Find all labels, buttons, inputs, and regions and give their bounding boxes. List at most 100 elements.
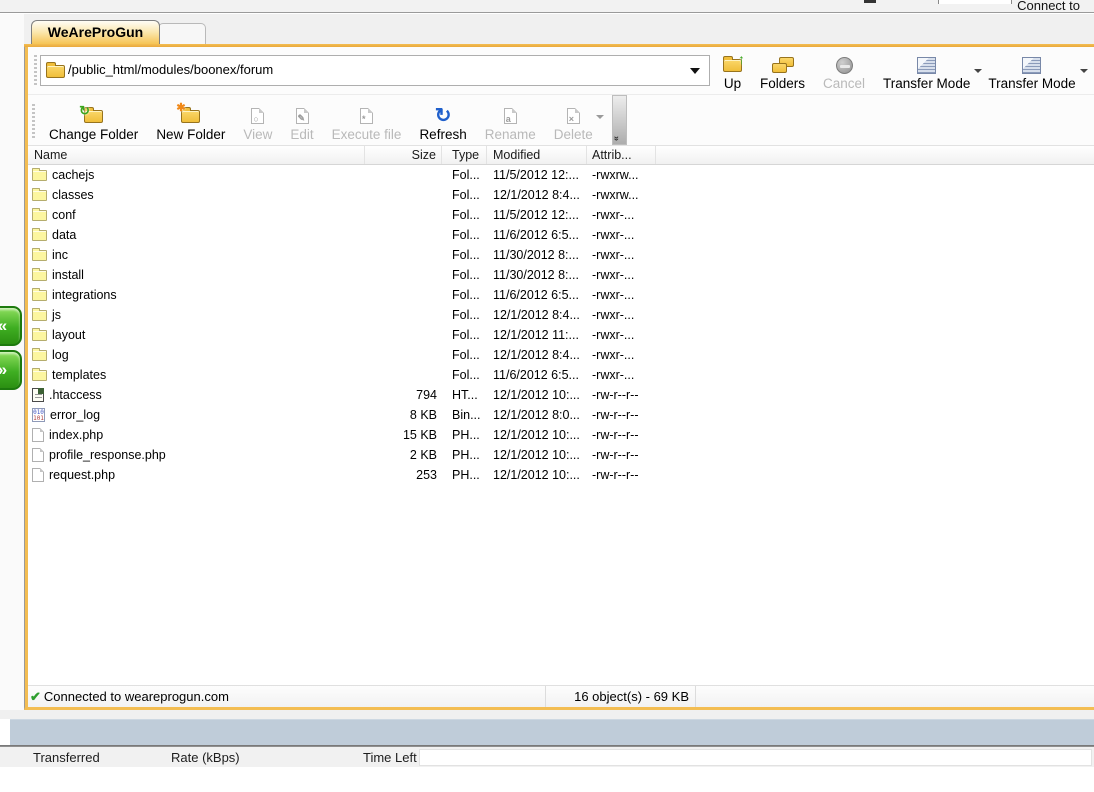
transfer-mode-icon (917, 57, 936, 74)
file-row[interactable]: index.php 15 KB PH... 12/1/2012 10:... -… (28, 425, 1094, 445)
file-attrib: -rw-r--r-- (587, 408, 656, 422)
session-tab-bar: WeAreProGun (24, 20, 1094, 44)
file-icon (32, 370, 47, 381)
connection-status-text: Connected to weareprogun.com (44, 689, 229, 704)
file-row[interactable]: inc Fol... 11/30/2012 8:... -rwxr-... (28, 245, 1094, 265)
toolbar-overflow-arrow-icon[interactable] (596, 115, 604, 119)
toolbar-grip-handle[interactable] (34, 55, 37, 87)
file-modified: 11/6/2012 6:5... (487, 368, 587, 382)
file-attrib: -rw-r--r-- (587, 388, 656, 402)
connect-to-button[interactable]: Connect to (1017, 0, 1080, 13)
file-icon (32, 330, 47, 341)
transfer-right-button[interactable]: » (0, 350, 22, 390)
change-folder-icon: ↻ (84, 110, 103, 123)
file-type: Fol... (442, 288, 487, 302)
file-attrib: -rwxrw... (587, 188, 656, 202)
file-row[interactable]: .htaccess 794 HT... 12/1/2012 10:... -rw… (28, 385, 1094, 405)
file-attrib: -rwxr-... (587, 228, 656, 242)
delete-document-icon: × (567, 108, 580, 124)
dropdown-arrow-icon[interactable] (1080, 69, 1088, 73)
toolbar-options-strip[interactable]: » (612, 95, 627, 145)
object-count: 16 object(s) - 69 KB (546, 686, 696, 707)
up-button[interactable]: ↑ Up (714, 48, 751, 94)
file-type: Fol... (442, 348, 487, 362)
view-document-icon: ○ (251, 108, 264, 124)
new-folder-icon: ✱ (181, 110, 200, 123)
file-row[interactable]: error_log 8 KB Bin... 12/1/2012 8:0... -… (28, 405, 1094, 425)
toolbar-grip-handle[interactable] (32, 104, 35, 138)
file-type: Fol... (442, 228, 487, 242)
file-name: inc (52, 248, 68, 262)
file-name: templates (52, 368, 106, 382)
file-row[interactable]: classes Fol... 12/1/2012 8:4... -rwxrw..… (28, 185, 1094, 205)
transfer-mode-button-1[interactable]: Transfer Mode (874, 48, 979, 94)
transfer-queue-list[interactable] (419, 749, 1092, 766)
session-tab[interactable]: WeAreProGun (31, 20, 160, 44)
file-row[interactable]: log Fol... 12/1/2012 8:4... -rwxr-... (28, 345, 1094, 365)
file-row[interactable]: conf Fol... 11/5/2012 12:... -rwxr-... (28, 205, 1094, 225)
file-row[interactable]: integrations Fol... 11/6/2012 6:5... -rw… (28, 285, 1094, 305)
splitter-band[interactable] (10, 719, 1094, 745)
file-row[interactable]: data Fol... 11/6/2012 6:5... -rwxr-... (28, 225, 1094, 245)
view-button: ○ View (234, 95, 281, 145)
column-header-size[interactable]: Size (365, 146, 442, 164)
file-modified: 11/30/2012 8:... (487, 248, 587, 262)
file-row[interactable]: request.php 253 PH... 12/1/2012 10:... -… (28, 465, 1094, 485)
file-type: Fol... (442, 168, 487, 182)
refresh-button[interactable]: ↻ Refresh (410, 95, 475, 145)
file-icon (32, 468, 44, 482)
inactive-tab[interactable] (158, 23, 206, 44)
file-size: 15 KB (365, 428, 442, 442)
sparkle-overlay-icon: ✱ (176, 101, 185, 114)
path-dropdown-arrow-icon[interactable] (690, 68, 700, 74)
file-modified: 12/1/2012 10:... (487, 448, 587, 462)
folders-button[interactable]: Folders (751, 48, 814, 94)
current-path: /public_html/modules/boonex/forum (68, 62, 273, 77)
execute-file-button: * Execute file (323, 95, 411, 145)
transfer-mode-icon (1022, 57, 1041, 74)
column-header-filler (656, 146, 1094, 164)
file-row[interactable]: js Fol... 12/1/2012 8:4... -rwxr-... (28, 305, 1094, 325)
file-row[interactable]: cachejs Fol... 11/5/2012 12:... -rwxrw..… (28, 165, 1094, 185)
path-combobox[interactable]: /public_html/modules/boonex/forum (40, 55, 710, 86)
window-gap-strip (0, 710, 1094, 719)
path-toolbar: /public_html/modules/boonex/forum ↑ Up F… (28, 47, 1094, 94)
new-folder-button[interactable]: ✱ New Folder (147, 95, 234, 145)
window-input-remnant (938, 0, 1012, 4)
file-attrib: -rwxr-... (587, 248, 656, 262)
file-size: 8 KB (365, 408, 442, 422)
transfer-left-button[interactable]: « (0, 306, 22, 346)
column-header-attrib[interactable]: Attrib... (587, 146, 656, 164)
column-header-type[interactable]: Type (442, 146, 487, 164)
file-type: Fol... (442, 368, 487, 382)
file-icon (32, 388, 44, 402)
file-type: Bin... (442, 408, 487, 422)
file-list: cachejs Fol... 11/5/2012 12:... -rwxrw..… (28, 165, 1094, 685)
change-folder-button[interactable]: ↻ Change Folder (40, 95, 147, 145)
queue-column-rate[interactable]: Rate (kBps) (171, 750, 240, 765)
file-type: Fol... (442, 248, 487, 262)
file-row[interactable]: profile_response.php 2 KB PH... 12/1/201… (28, 445, 1094, 465)
transfer-mode-button-2[interactable]: Transfer Mode (979, 48, 1084, 94)
execute-document-icon: * (360, 108, 373, 124)
file-name: cachejs (52, 168, 94, 182)
folders-icon (772, 57, 794, 73)
queue-column-transferred[interactable]: Transferred (33, 750, 100, 765)
file-modified: 12/1/2012 8:0... (487, 408, 587, 422)
file-attrib: -rwxr-... (587, 288, 656, 302)
file-name: .htaccess (49, 388, 102, 402)
file-name: request.php (49, 468, 115, 482)
file-row[interactable]: layout Fol... 12/1/2012 11:... -rwxr-... (28, 325, 1094, 345)
current-folder-icon (46, 65, 65, 78)
file-name: install (52, 268, 84, 282)
file-row[interactable]: install Fol... 11/30/2012 8:... -rwxr-..… (28, 265, 1094, 285)
file-modified: 12/1/2012 8:4... (487, 348, 587, 362)
pane-divider-gutter: « » (0, 14, 24, 710)
column-header-name[interactable]: Name (28, 146, 365, 164)
file-row[interactable]: templates Fol... 11/6/2012 6:5... -rwxr-… (28, 365, 1094, 385)
transfer-queue-header: Transferred Rate (kBps) Time Left (0, 747, 1094, 767)
column-header-modified[interactable]: Modified (487, 146, 587, 164)
queue-column-time-left[interactable]: Time Left (363, 750, 417, 765)
stop-icon (836, 57, 853, 74)
file-name: data (52, 228, 76, 242)
